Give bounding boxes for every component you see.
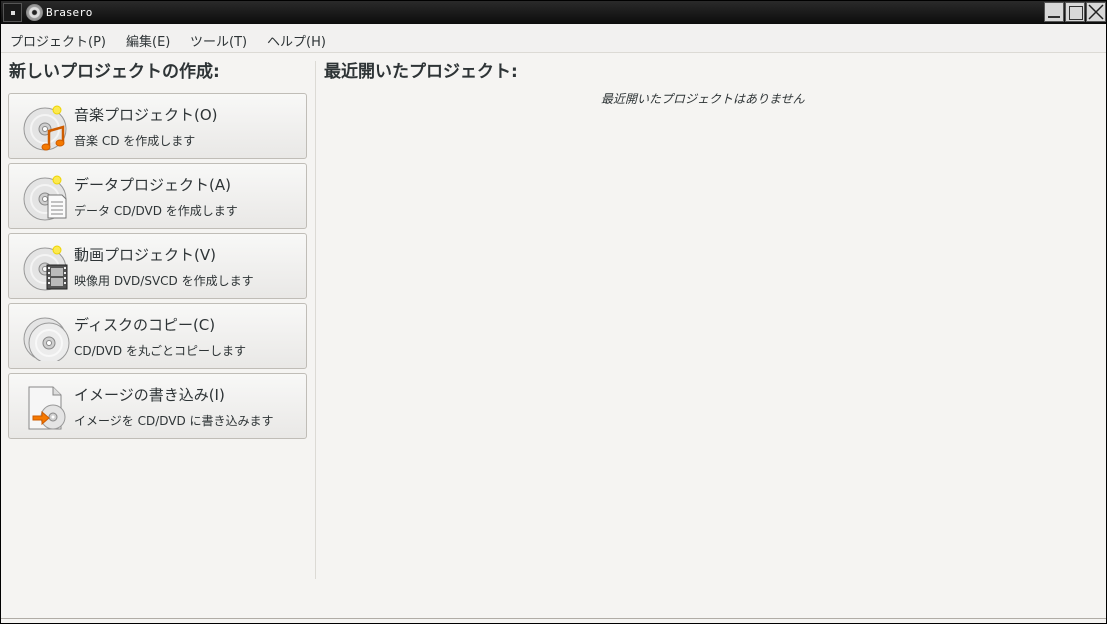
window-menu-button[interactable] bbox=[3, 3, 22, 22]
minimize-button[interactable] bbox=[1044, 2, 1064, 22]
audio-project-desc: 音楽 CD を作成します bbox=[74, 134, 196, 148]
video-cd-icon bbox=[23, 245, 68, 291]
audio-cd-icon bbox=[23, 105, 67, 151]
image-burn-button[interactable]: イメージの書き込み(I) イメージを CD/DVD に書き込みます bbox=[8, 373, 307, 439]
video-project-button[interactable]: 動画プロジェクト(V) 映像用 DVD/SVCD を作成します bbox=[8, 233, 307, 299]
no-recent-projects-text: 最近開いたプロジェクトはありません bbox=[601, 92, 805, 106]
disc-copy-label: ディスクのコピー(C) bbox=[74, 316, 216, 334]
audio-project-label: 音楽プロジェクト(O) bbox=[74, 106, 218, 124]
disc-copy-desc: CD/DVD を丸ごとコピーします bbox=[74, 344, 246, 358]
menu-bar: プロジェクト(P) 編集(E) ツール(T) ヘルプ(H) bbox=[1, 24, 1106, 53]
image-burn-desc: イメージを CD/DVD に書き込みます bbox=[74, 414, 274, 428]
video-project-desc: 映像用 DVD/SVCD を作成します bbox=[74, 274, 254, 288]
close-button[interactable] bbox=[1086, 2, 1106, 22]
data-cd-icon bbox=[23, 175, 67, 221]
video-project-label: 動画プロジェクト(V) bbox=[74, 246, 216, 264]
title-bar[interactable]: Brasero bbox=[1, 1, 1106, 24]
data-project-desc: データ CD/DVD を作成します bbox=[74, 204, 238, 218]
menu-help[interactable]: ヘルプ(H) bbox=[267, 31, 326, 50]
maximize-button[interactable] bbox=[1065, 2, 1085, 22]
window-title: Brasero bbox=[46, 6, 93, 19]
menu-edit[interactable]: 編集(E) bbox=[126, 31, 170, 50]
panel-divider[interactable] bbox=[315, 61, 316, 579]
image-burn-icon bbox=[28, 386, 66, 430]
brasero-app-icon bbox=[26, 4, 43, 21]
close-icon bbox=[1088, 4, 1104, 20]
recent-projects-heading: 最近開いたプロジェクト: bbox=[324, 62, 518, 82]
menu-project[interactable]: プロジェクト(P) bbox=[10, 31, 106, 50]
new-project-heading: 新しいプロジェクトの作成: bbox=[9, 62, 220, 82]
data-project-label: データプロジェクト(A) bbox=[74, 176, 231, 194]
data-project-button[interactable]: データプロジェクト(A) データ CD/DVD を作成します bbox=[8, 163, 307, 229]
disc-copy-button[interactable]: ディスクのコピー(C) CD/DVD を丸ごとコピーします bbox=[8, 303, 307, 369]
brasero-window: Brasero プロジェクト(P) 編集(E) ツール(T) ヘルプ(H) 新し… bbox=[0, 0, 1107, 624]
menu-tools[interactable]: ツール(T) bbox=[190, 31, 247, 50]
status-bar bbox=[1, 618, 1106, 622]
audio-project-button[interactable]: 音楽プロジェクト(O) 音楽 CD を作成します bbox=[8, 93, 307, 159]
image-burn-label: イメージの書き込み(I) bbox=[74, 386, 225, 404]
disc-copy-icon bbox=[23, 317, 70, 361]
